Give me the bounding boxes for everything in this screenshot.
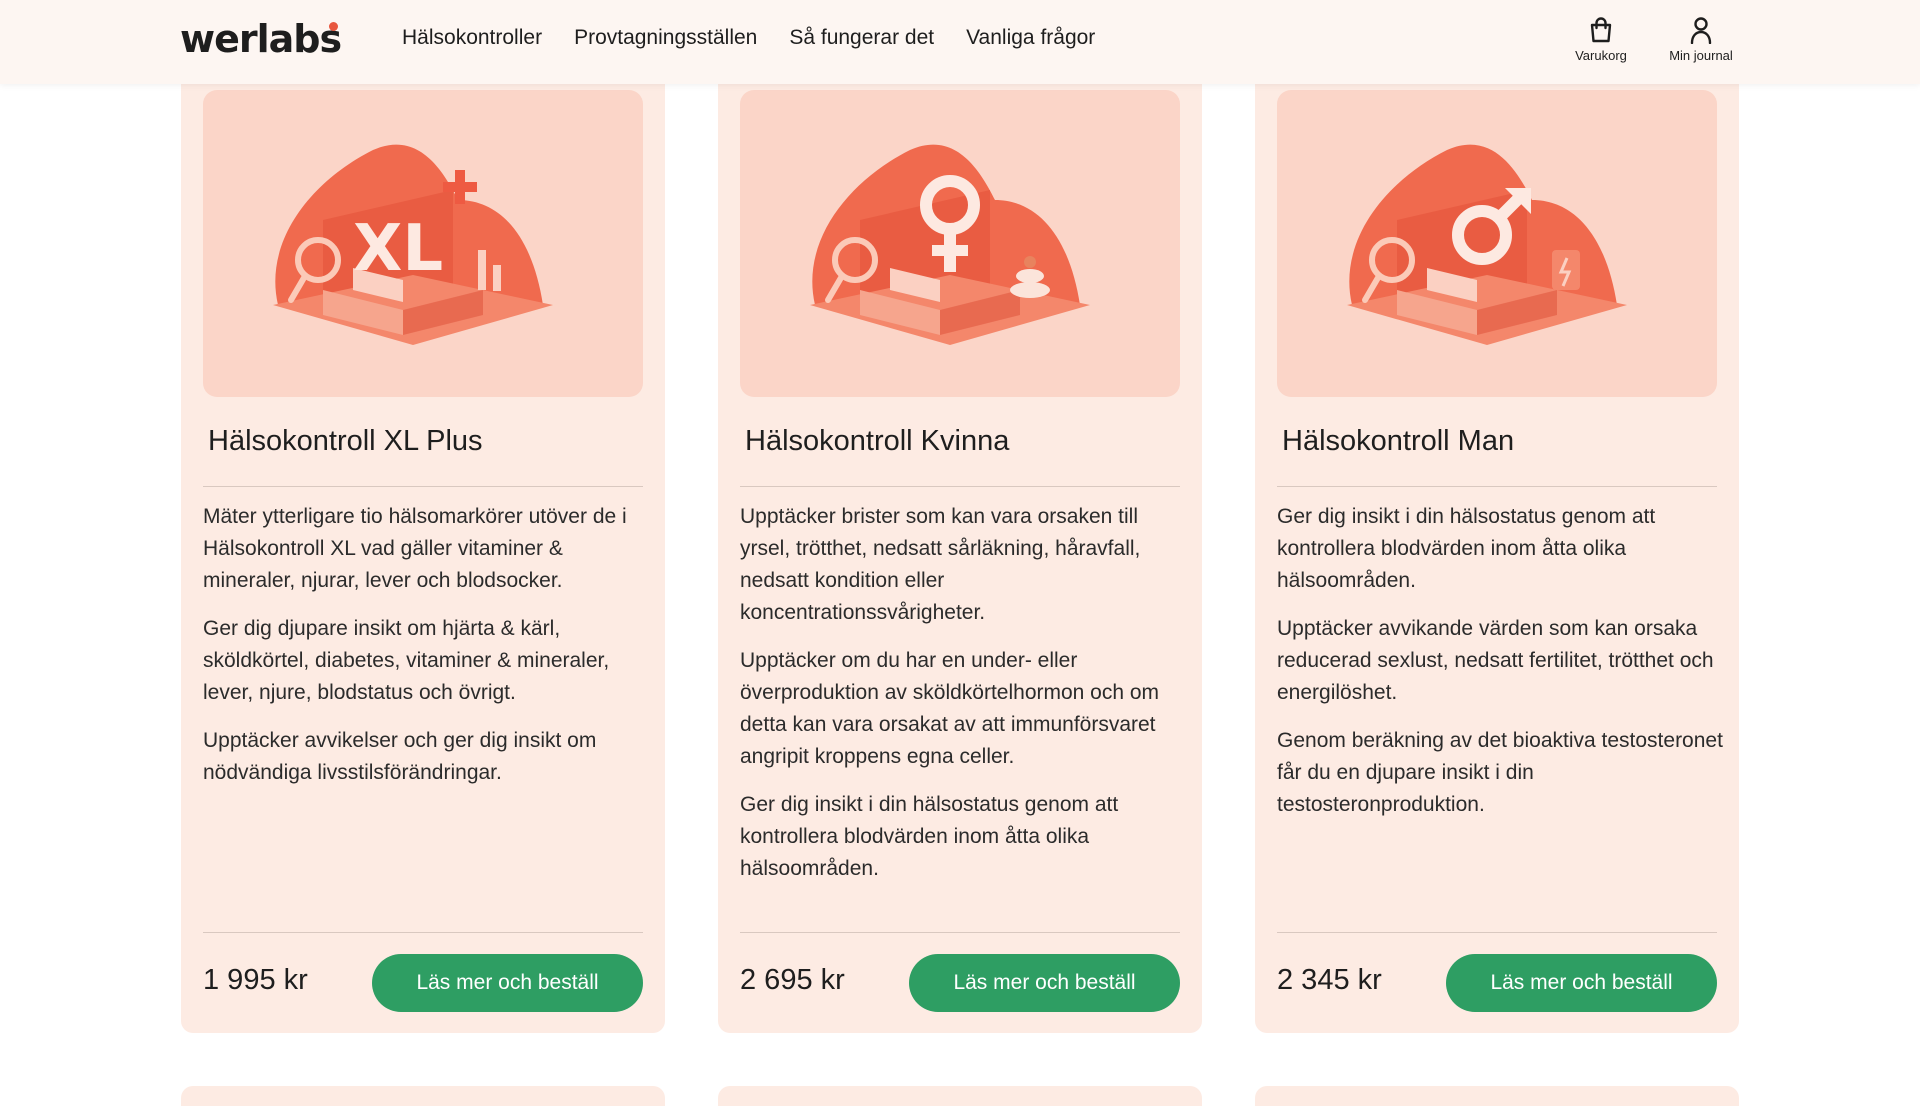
nav-item-halsokontroller[interactable]: Hälsokontroller xyxy=(402,26,542,50)
card-description: Ger dig insikt i din hälsostatus genom a… xyxy=(1277,501,1723,837)
card-description: Mäter ytterligare tio hälsomarkörer utöv… xyxy=(203,501,649,805)
divider xyxy=(740,486,1180,487)
description-paragraph: Ger dig djupare insikt om hjärta & kärl,… xyxy=(203,617,610,704)
journal-label: Min journal xyxy=(1669,48,1733,63)
divider xyxy=(740,932,1180,933)
description-paragraph: Upptäcker avvikelser och ger dig insikt … xyxy=(203,729,597,784)
cart-label: Varukorg xyxy=(1575,48,1627,63)
divider xyxy=(1277,486,1717,487)
card-title: Hälsokontroll Kvinna xyxy=(745,425,1010,457)
next-product-card xyxy=(718,1086,1202,1106)
product-image[interactable] xyxy=(1277,90,1717,397)
main-nav: Hälsokontroller Provtagningsställen Så f… xyxy=(402,26,1095,50)
female-symbol-illustration-icon xyxy=(810,144,1090,345)
logo-dot-icon xyxy=(329,22,338,31)
card-title: Hälsokontroll XL Plus xyxy=(208,425,483,457)
description-paragraph: Genom beräkning av det bioaktiva testost… xyxy=(1277,729,1723,816)
description-paragraph: Upptäcker avvikande värden som kan orsak… xyxy=(1277,617,1714,704)
product-price: 2 695 kr xyxy=(740,964,845,996)
card-title: Hälsokontroll Man xyxy=(1282,425,1515,457)
read-more-and-order-button[interactable]: Läs mer och beställ xyxy=(372,954,643,1012)
product-image[interactable] xyxy=(740,90,1180,397)
user-icon xyxy=(1690,17,1712,44)
description-paragraph: Upptäcker brister som kan vara orsaken t… xyxy=(740,505,1141,624)
divider xyxy=(203,486,643,487)
shopping-bag-icon xyxy=(1590,17,1612,43)
read-more-and-order-button[interactable]: Läs mer och beställ xyxy=(909,954,1180,1012)
my-journal-button[interactable]: Min journal xyxy=(1660,16,1742,63)
svg-text:XL: XL xyxy=(353,212,443,286)
xl-plus-illustration-icon: XL xyxy=(273,144,553,345)
male-symbol-illustration-icon xyxy=(1347,144,1627,345)
next-product-card xyxy=(181,1086,665,1106)
product-image[interactable]: XL xyxy=(203,90,643,397)
product-card: Hälsokontroll Man Ger dig insikt i din h… xyxy=(1255,60,1739,1033)
description-paragraph: Upptäcker om du har en under- eller över… xyxy=(740,649,1160,768)
product-card: Hälsokontroll Kvinna Upptäcker brister s… xyxy=(718,60,1202,1033)
next-product-card xyxy=(1255,1086,1739,1106)
divider xyxy=(1277,932,1717,933)
nav-item-vanliga-fragor[interactable]: Vanliga frågor xyxy=(966,26,1095,50)
divider xyxy=(203,932,643,933)
nav-item-sa-fungerar-det[interactable]: Så fungerar det xyxy=(789,26,934,50)
product-price: 2 345 kr xyxy=(1277,964,1382,996)
nav-item-provtagningsstallen[interactable]: Provtagningsställen xyxy=(574,26,757,50)
werlabs-logo[interactable]: werlabs xyxy=(180,17,342,61)
product-price: 1 995 kr xyxy=(203,964,308,996)
description-paragraph: Ger dig insikt i din hälsostatus genom a… xyxy=(1277,505,1656,592)
site-header: werlabs Hälsokontroller Provtagningsstäl… xyxy=(0,0,1920,84)
cart-button[interactable]: Varukorg xyxy=(1566,16,1636,63)
card-description: Upptäcker brister som kan vara orsaken t… xyxy=(740,501,1186,901)
product-card: XL Hälsokontroll XL Plus Mäter ytterliga… xyxy=(181,60,665,1033)
description-paragraph: Ger dig insikt i din hälsostatus genom a… xyxy=(740,793,1119,880)
description-paragraph: Mäter ytterligare tio hälsomarkörer utöv… xyxy=(203,505,627,592)
read-more-and-order-button[interactable]: Läs mer och beställ xyxy=(1446,954,1717,1012)
